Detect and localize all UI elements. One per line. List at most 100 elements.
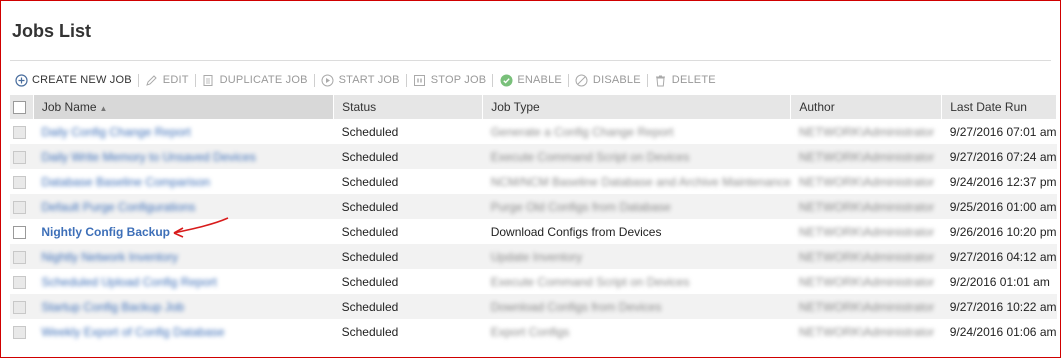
duplicate-job-button[interactable]: DUPLICATE JOB [202,73,308,87]
column-header-last-date-run[interactable]: Last Date Run [941,95,1057,119]
row-select-cell [10,169,33,194]
job-status: Scheduled [341,299,399,314]
row-checkbox[interactable] [13,225,26,239]
delete-button[interactable]: DELETE [654,73,716,87]
job-status: Scheduled [341,249,399,264]
job-name-link-cell: Database Baseline Comparison [33,169,333,194]
author-header-label: Author [799,100,835,114]
row-checkbox[interactable] [13,200,26,214]
disable-button[interactable]: DISABLE [575,73,641,87]
table-row[interactable]: Startup Config Backup Job Scheduled Downlo… [10,294,1057,319]
job-name-link-cell: Nightly Network Inventory [33,244,334,269]
job-name-link[interactable]: Daily Write Memory to Unsaved Devices [41,150,256,164]
column-header-job-name[interactable]: Job Name ▲ [33,95,335,119]
toolbar-separator [492,73,494,87]
row-checkbox[interactable] [13,275,26,289]
job-status-cell: Scheduled [334,119,483,144]
create-job-button[interactable]: CREATE NEW JOB [14,73,132,87]
job-author: NETWORK\Administrator [798,199,935,214]
row-select-cell [10,244,34,269]
table-row[interactable]: Daily Config Change Report Scheduled Gener… [10,119,1057,144]
start-job-label: START JOB [338,74,400,86]
job-last-run-cell: 9/27/2016 10:22 am [941,294,1057,319]
job-name-link[interactable]: Nightly Network Inventory [41,250,178,264]
select-all-checkbox[interactable] [13,101,26,115]
job-name-link[interactable]: Startup Config Backup Job [41,300,184,314]
row-checkbox[interactable] [13,300,26,314]
job-last-run: 9/25/2016 01:00 am [949,199,1057,214]
table-row[interactable]: Scheduled Upload Config Report Scheduled E… [10,269,1057,294]
start-job-button[interactable]: START JOB [321,73,400,87]
job-status: Scheduled [341,274,399,289]
job-status: Scheduled [341,324,399,339]
table-row[interactable]: Database Baseline Comparison Scheduled NCM… [10,169,1057,194]
toolbar-separator [567,73,569,87]
disable-label: DISABLE [592,74,641,86]
job-status: Scheduled [341,149,399,164]
row-checkbox[interactable] [13,125,26,139]
row-checkbox[interactable] [13,250,26,264]
column-header-job-type[interactable]: Job Type [482,95,792,119]
job-status-cell: Scheduled [334,169,483,194]
job-type: Export Configs [490,324,570,339]
row-checkbox[interactable] [13,325,26,339]
job-last-run: 9/2/2016 01:01 am [949,274,1050,289]
table-row[interactable]: Weekly Export of Config Database Schedule… [10,319,1057,344]
job-author-cell: NETWORK\Administrator [790,244,942,269]
job-type-header-label: Job Type [491,100,540,114]
job-status: Scheduled [341,199,399,214]
job-name-link[interactable]: Database Baseline Comparison [41,175,210,189]
job-last-run: 9/27/2016 07:01 am [949,124,1057,139]
stop-job-button[interactable]: STOP JOB [413,73,487,87]
table-row[interactable]: Nightly Config Backup Scheduled Download C… [10,219,1057,244]
column-header-status[interactable]: Status [333,95,484,119]
column-header-author[interactable]: Author [790,95,943,119]
enable-button[interactable]: ENABLE [499,73,562,87]
job-type-cell: NCM/NCM Baseline Database and Archive Ma… [483,169,791,194]
create-job-label: CREATE NEW JOB [32,74,132,86]
job-last-run: 9/24/2016 12:37 pm [949,174,1057,189]
job-type: Execute Command Script on Devices [490,149,690,164]
job-author-cell: NETWORK\Administrator [790,194,942,219]
job-status-cell: Scheduled [334,219,483,244]
enable-label: ENABLE [517,74,562,86]
table-row[interactable]: Nightly Network Inventory Scheduled Update… [10,244,1057,269]
row-checkbox[interactable] [13,175,26,189]
job-last-run-cell: 9/27/2016 07:01 am [942,119,1057,144]
status-header-label: Status [342,100,377,114]
job-name-link[interactable]: Daily Config Change Report [41,125,190,139]
job-last-run-cell: 9/24/2016 01:06 am [942,319,1057,344]
title-divider [10,60,1051,61]
row-select-cell [10,119,33,144]
job-name-link-cell: Scheduled Upload Config Report [33,269,333,294]
job-last-run-cell: 9/27/2016 07:24 am [941,144,1057,169]
job-status: Scheduled [341,174,399,189]
job-name-link-cell: Startup Config Backup Job [33,294,334,319]
plus-circle-icon [14,73,28,87]
table-row[interactable]: Default Purge Configurations Scheduled Pur… [10,194,1057,219]
delete-label: DELETE [671,74,716,86]
stop-job-label: STOP JOB [430,74,487,86]
job-name-link[interactable]: Weekly Export of Config Database [41,325,224,339]
job-status: Scheduled [341,224,399,239]
job-author-cell: NETWORK\Administrator [791,169,942,194]
job-author: NETWORK\Administrator [798,274,935,289]
job-name-link[interactable]: Nightly Config Backup [41,225,170,239]
job-type-cell: Generate a Config Change Report [483,119,791,144]
job-author: NETWORK\Administrator [798,324,935,339]
row-select-cell [10,294,34,319]
job-name-link[interactable]: Default Purge Configurations [41,200,195,214]
job-status-cell: Scheduled [333,144,483,169]
table-row[interactable]: Daily Write Memory to Unsaved Devices Sch… [10,144,1057,169]
job-type-cell: Update Inventory [482,244,791,269]
job-name-link-cell: Daily Write Memory to Unsaved Devices [33,144,334,169]
job-status-cell: Scheduled [333,194,483,219]
job-status-cell: Scheduled [334,319,483,344]
trash-icon [654,73,668,87]
job-name-link[interactable]: Scheduled Upload Config Report [41,275,216,289]
edit-button[interactable]: EDIT [145,73,189,87]
last-date-run-header-label: Last Date Run [950,100,1027,114]
job-last-run-cell: 9/24/2016 12:37 pm [942,169,1057,194]
row-checkbox[interactable] [13,150,26,164]
job-type-cell: Purge Old Configs from Database [482,194,791,219]
